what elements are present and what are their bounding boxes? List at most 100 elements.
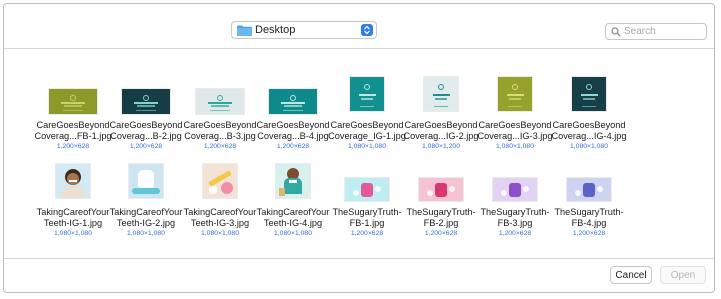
file-name-line1: CareGoesBeyond [183, 120, 257, 130]
file-dimensions: 1,080×1,080 [496, 143, 534, 150]
file-name: CareGoesBeyond Coverage_IG-1.jpg [325, 120, 409, 142]
file-name: CareGoesBeyond Coverag...B-3.jpg [178, 120, 262, 142]
file-item[interactable]: TheSugaryTruth- FB-3.jpg 1,200×628 [477, 156, 553, 246]
file-name-line2: Coverag...B-4.jpg [257, 131, 329, 141]
file-item[interactable]: TheSugaryTruth- FB-1.jpg 1,200×628 [329, 156, 405, 246]
cancel-button[interactable]: Cancel [610, 266, 652, 284]
thumbnail-image [122, 89, 170, 114]
file-item[interactable]: CareGoesBeyond Coverag...IG-2.jpg 1,080×1,… [403, 69, 479, 159]
file-thumbnail [551, 69, 627, 119]
file-name-line2: Coverag...IG-4.jpg [551, 131, 627, 141]
file-item[interactable]: TakingCareofYour Teeth-IG-2.jpg 1,080×1,08… [108, 156, 184, 246]
chevron-updown-icon[interactable] [361, 24, 373, 36]
thumbnail-image [567, 178, 611, 201]
file-name: CareGoesBeyond Coverag...IG-2.jpg [399, 120, 483, 142]
file-name: TakingCareofYour Teeth-IG-3.jpg [178, 207, 262, 229]
file-name: CareGoesBeyond Coverag...B-4.jpg [251, 120, 335, 142]
search-icon [611, 27, 621, 37]
file-thumbnail [182, 69, 258, 119]
file-dimensions: 1,080×1,080 [348, 143, 386, 150]
search-input[interactable] [624, 25, 704, 38]
file-item[interactable]: CareGoesBeyond Coverag...B-3.jpg 1,200×628 [182, 69, 258, 159]
file-name-line1: TheSugaryTruth- [406, 207, 476, 217]
file-item[interactable]: CareGoesBeyond Coverage_IG-1.jpg 1,080×1,0… [328, 69, 406, 159]
file-dimensions: 1,080×1,080 [570, 143, 608, 150]
search-field[interactable] [605, 23, 707, 40]
file-item[interactable]: TheSugaryTruth- FB-4.jpg 1,200×628 [551, 156, 627, 246]
location-popup[interactable]: Desktop [231, 21, 377, 39]
file-name-line2: Teeth-IG-2.jpg [116, 218, 176, 228]
file-name-line1: CareGoesBeyond [404, 120, 478, 130]
file-name: TakingCareofYour Teeth-IG-2.jpg [104, 207, 188, 229]
file-thumbnail [477, 156, 553, 206]
file-open-dialog: Desktop CareGoesBeyondCoverag...FB-1.jpg… [3, 3, 715, 293]
file-thumbnail [108, 69, 184, 119]
file-thumbnail [108, 156, 184, 206]
file-name: CareGoesBeyond Coverag...IG-4.jpg [547, 120, 631, 142]
file-dimensions: 1,200×628 [498, 230, 532, 237]
dialog-toolbar: Desktop [4, 4, 714, 49]
file-name-line1: CareGoesBeyond [330, 120, 404, 130]
file-name: TheSugaryTruth- FB-3.jpg [473, 207, 557, 229]
file-dimensions: 1,200×628 [56, 143, 90, 150]
file-thumbnail [477, 69, 553, 119]
file-thumbnail [551, 156, 627, 206]
file-name: CareGoesBeyond Coverag...B-2.jpg [104, 120, 188, 142]
file-name-line2: Coverag...IG-2.jpg [403, 131, 479, 141]
location-label: Desktop [255, 24, 296, 36]
file-item[interactable]: TakingCareofYour Teeth-IG-3.jpg 1,080×1,08… [182, 156, 258, 246]
file-item[interactable]: CareGoesBeyond Coverag...B-4.jpg 1,200×628 [255, 69, 331, 159]
file-item[interactable]: CareGoesBeyond Coverag...IG-3.jpg 1,080×1,… [477, 69, 553, 159]
file-name-line1: TakingCareofYour [36, 207, 110, 217]
file-dimensions: 1,080×1,080 [54, 230, 92, 237]
file-name-line2: FB-3.jpg [497, 218, 533, 228]
file-thumbnail [255, 69, 331, 119]
file-dimensions: 1,080×1,080 [201, 230, 239, 237]
file-name-line2: Coverag...IG-3.jpg [477, 131, 553, 141]
file-name: TheSugaryTruth- FB-1.jpg [325, 207, 409, 229]
file-name-line1: CareGoesBeyond [256, 120, 330, 130]
folder-icon [237, 25, 252, 36]
file-name-line2: FB-4.jpg [571, 218, 607, 228]
thumbnail-image [345, 178, 389, 201]
file-item[interactable]: TakingCareofYour Teeth-IG-1.jpg 1,080×1,08… [35, 156, 111, 246]
thumbnail-image [419, 178, 463, 201]
file-item[interactable]: TakingCareofYour Teeth-IG-4.jpg 1,080×1,08… [255, 156, 331, 246]
file-thumbnail [35, 69, 111, 119]
thumbnail-image [129, 164, 163, 198]
file-dimensions: 1,080×1,080 [127, 230, 165, 237]
file-grid: CareGoesBeyond Coverag...FB-1.jpg 1,200×62… [4, 49, 714, 261]
file-name-line2: Teeth-IG-3.jpg [190, 218, 250, 228]
thumbnail-image [196, 89, 244, 114]
file-item[interactable]: CareGoesBeyond Coverag...B-2.jpg 1,200×628 [108, 69, 184, 159]
file-thumbnail [329, 156, 405, 206]
thumbnail-image [350, 77, 384, 111]
file-dimensions: 1,200×628 [129, 143, 163, 150]
file-dimensions: 1,200×628 [276, 143, 310, 150]
thumbnail-image [49, 89, 97, 114]
file-name-line2: Teeth-IG-4.jpg [263, 218, 323, 228]
file-name-line1: TheSugaryTruth- [480, 207, 550, 217]
file-name-line2: Coverag...FB-1.jpg [34, 131, 112, 141]
file-name: CareGoesBeyond Coverag...FB-1.jpg [31, 120, 115, 142]
file-item[interactable]: CareGoesBeyond Coverag...IG-4.jpg 1,080×1,… [551, 69, 627, 159]
file-name-line2: Coverag...B-2.jpg [110, 131, 182, 141]
file-thumbnail [182, 156, 258, 206]
file-dimensions: 1,200×628 [350, 230, 384, 237]
open-button[interactable]: Open [660, 266, 706, 284]
file-item[interactable]: CareGoesBeyond Coverag...FB-1.jpg 1,200×62… [34, 69, 112, 159]
thumbnail-image [493, 178, 537, 201]
file-thumbnail [403, 156, 479, 206]
thumbnail-image [203, 164, 237, 198]
file-name-line2: Coverage_IG-1.jpg [328, 131, 406, 141]
file-dimensions: 1,080×1,080 [274, 230, 312, 237]
file-name-line1: TakingCareofYour [183, 207, 257, 217]
file-dimensions: 1,200×628 [572, 230, 606, 237]
file-dimensions: 1,200×628 [203, 143, 237, 150]
file-dimensions: 1,200×628 [424, 230, 458, 237]
file-name: TakingCareofYour Teeth-IG-4.jpg [251, 207, 335, 229]
file-item[interactable]: TheSugaryTruth- FB-2.jpg 1,200×628 [403, 156, 479, 246]
thumbnail-image [56, 164, 90, 198]
file-name-line1: TheSugaryTruth- [554, 207, 624, 217]
thumbnail-image [572, 77, 606, 111]
